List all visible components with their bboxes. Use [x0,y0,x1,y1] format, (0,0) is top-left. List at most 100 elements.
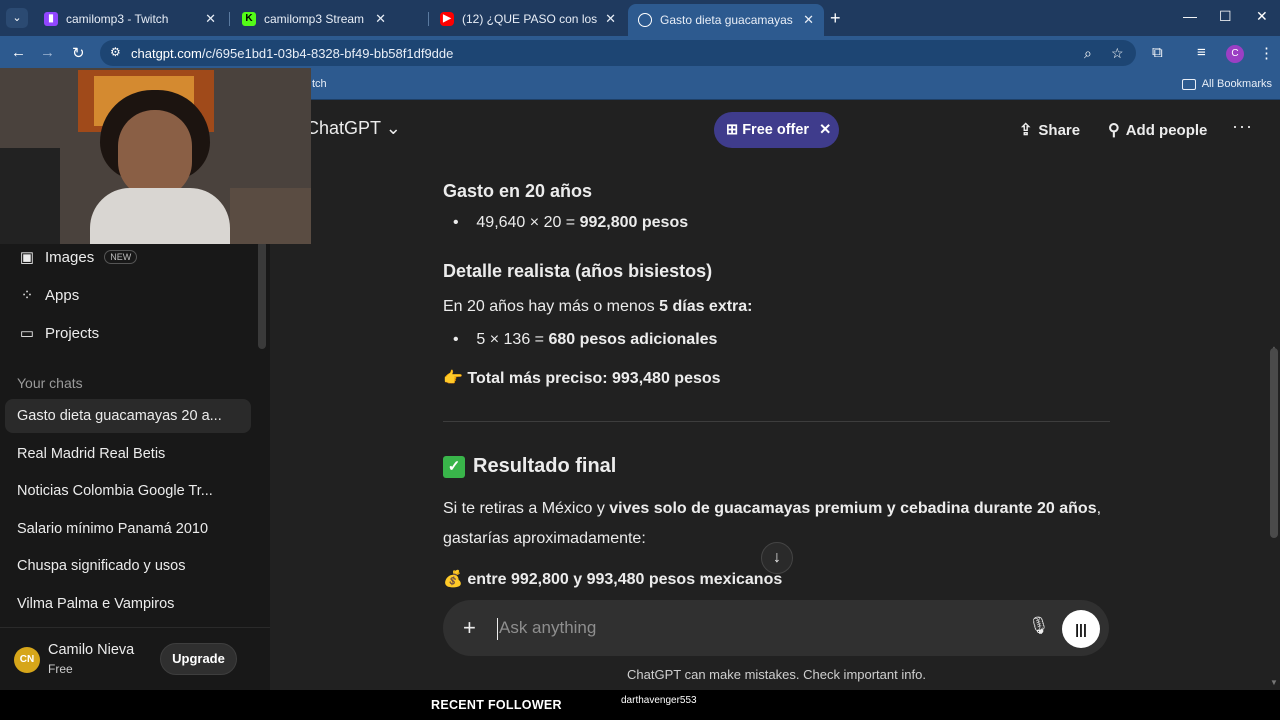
money-bag-icon: 💰 [443,571,463,588]
plus-icon[interactable]: + [463,615,476,641]
window-close-icon[interactable]: ✕ [1256,8,1268,25]
close-icon[interactable]: ✕ [605,11,616,27]
apps-icon: ⁘ [20,287,34,304]
back-icon[interactable]: ← [11,44,26,61]
all-bookmarks-label: All Bookmarks [1201,78,1272,90]
heading-detalle: Detalle realista (años bisiestos) [443,261,713,281]
twitch-icon: ▮ [44,12,58,26]
site-info-icon[interactable]: ⚙ [110,45,121,59]
user-plan: Free [48,662,73,676]
main-scrollbar[interactable] [1270,348,1278,538]
browser-tab-strip: ⌄ ▮ camilomp3 - Twitch ✕ K camilomp3 Str… [0,0,1280,36]
tab-twitch[interactable]: ▮ camilomp3 - Twitch ✕ [34,6,226,32]
chat-item[interactable]: Real Madrid Real Betis [5,437,251,471]
folder-icon [1181,78,1196,90]
disclaimer-text: ChatGPT can make mistakes. Check importa… [627,667,926,682]
tab-search-button[interactable]: ⌄ [6,8,28,28]
share-label: Share [1038,121,1081,139]
new-badge: NEW [104,250,138,264]
sidebar-item-images[interactable]: ▣ Images NEW [17,248,138,266]
tab-kick[interactable]: K camilomp3 Stream - Watch Live ✕ [232,6,396,32]
chat-item[interactable]: Salario mínimo Panamá 2010 [5,512,251,546]
user-name: Camilo Nieva [48,642,135,658]
browser-toolbar: ← → ↻ ⚙ chatgpt.com/c/695e1bd1-03b4-8328… [0,36,1280,70]
maximize-icon[interactable]: ☐ [1219,8,1232,25]
webcam-overlay [0,68,311,244]
new-tab-button[interactable]: + [830,8,841,29]
browser-menu-icon[interactable]: ⋮ [1259,44,1274,62]
model-label: ChatGPT [306,118,381,138]
recent-follower-name: darthavenger553 [621,695,697,706]
pointing-hand-icon: 👉 [443,370,463,387]
media-icon[interactable]: ≡ [1197,44,1206,61]
youtube-icon: ▶ [440,12,454,26]
scroll-down-button[interactable]: ↓ [761,542,793,574]
close-icon[interactable]: ✕ [375,11,386,27]
prompt-input[interactable]: Ask anything [499,618,596,638]
model-selector[interactable]: ChatGPT ⌄ [306,118,401,139]
microphone-icon[interactable]: 🎙 [1028,616,1050,636]
recent-follower-label: RECENT FOLLOWER [431,698,562,712]
chevron-down-icon: ⌄ [385,118,401,138]
sidebar-item-apps[interactable]: ⁘ Apps [17,286,80,305]
tab-label: camilomp3 - Twitch [66,12,169,26]
free-offer-label: Free offer [742,122,810,138]
sidebar-scrollbar[interactable] [258,241,266,349]
profile-avatar[interactable]: C [1226,45,1244,63]
free-offer-button[interactable]: ⊞ Free offer ✕ [714,112,839,148]
divider [443,421,1110,422]
heading-gasto: Gasto en 20 años [443,181,593,201]
voice-mode-button[interactable]: ||| [1062,610,1100,648]
stream-overlay-bar: RECENT FOLLOWER darthavenger553 [0,690,1280,720]
images-icon: ▣ [19,249,35,266]
address-bar[interactable]: ⚙ chatgpt.com/c/695e1bd1-03b4-8328-bf49-… [100,40,1136,66]
upgrade-button[interactable]: Upgrade [160,643,237,675]
bookmark-item[interactable]: tch [312,78,327,90]
minimize-icon[interactable]: — [1183,8,1197,24]
your-chats-heading: Your chats [17,375,83,391]
paragraph: En 20 años hay más o menos 5 días extra: [443,298,753,315]
text-caret [497,618,498,640]
sidebar-item-label: Projects [45,324,100,342]
zoom-icon[interactable]: ⌕ [1084,45,1092,62]
heading-resultado: ✓ Resultado final [443,455,616,478]
list-item: • 5 × 136 = 680 pesos adicionales [453,331,718,348]
forward-icon[interactable]: → [40,44,55,61]
more-options-icon[interactable]: ··· [1232,116,1253,137]
kick-icon: K [242,12,256,26]
tab-label: camilomp3 Stream - Watch Live [264,12,367,26]
check-mark-icon: ✓ [443,455,465,478]
scroll-down-arrow[interactable]: ▼ [1270,678,1278,687]
range-line: 💰 entre 992,800 y 993,480 pesos mexicano… [443,571,783,588]
close-icon[interactable]: ✕ [819,122,831,138]
sidebar-item-projects[interactable]: ▭ Projects [17,324,100,343]
list-item: • 49,640 × 20 = 992,800 pesos [453,214,689,231]
bookmark-star-icon[interactable]: ☆ [1111,45,1124,62]
close-icon[interactable]: ✕ [205,11,216,27]
extensions-icon[interactable]: ⧉ [1152,44,1163,61]
avatar: CN [14,647,40,673]
total-line: 👉 Total más preciso: 993,480 pesos [443,370,721,387]
chatgpt-icon [638,13,652,27]
tab-youtube[interactable]: ▶ (12) ¿QUE PASO con los TELEFO ✕ [430,6,626,32]
add-person-icon: ⚲ [1108,122,1120,139]
close-icon[interactable]: ✕ [803,12,814,28]
tab-label: Gasto dieta guacamayas 20 años [660,13,795,27]
reload-icon[interactable]: ↻ [72,44,85,62]
chat-item-active[interactable]: Gasto dieta guacamayas 20 a... [5,399,251,433]
url-text: chatgpt.com/c/695e1bd1-03b4-8328-bf49-bb… [131,46,454,61]
chat-item[interactable]: Vilma Palma e Vampiros [5,587,251,621]
all-bookmarks-button[interactable]: All Bookmarks [1181,78,1272,90]
chat-item[interactable]: Chuspa significado y usos [5,549,251,583]
sidebar-item-label: Apps [45,286,80,304]
gift-icon: ⊞ [726,122,739,138]
folder-icon: ▭ [19,325,35,342]
sidebar-item-label: Images [45,248,95,266]
chat-item[interactable]: Noticias Colombia Google Tr... [5,474,251,508]
add-people-button[interactable]: ⚲ Add people [1108,120,1207,140]
share-button[interactable]: ⇪ Share [1019,120,1080,140]
user-menu[interactable]: CN Camilo Nieva Free Upgrade [0,627,270,691]
tab-chatgpt[interactable]: Gasto dieta guacamayas 20 años ✕ [628,4,824,36]
share-icon: ⇪ [1019,122,1033,139]
tab-label: (12) ¿QUE PASO con los TELEFO [462,12,598,26]
